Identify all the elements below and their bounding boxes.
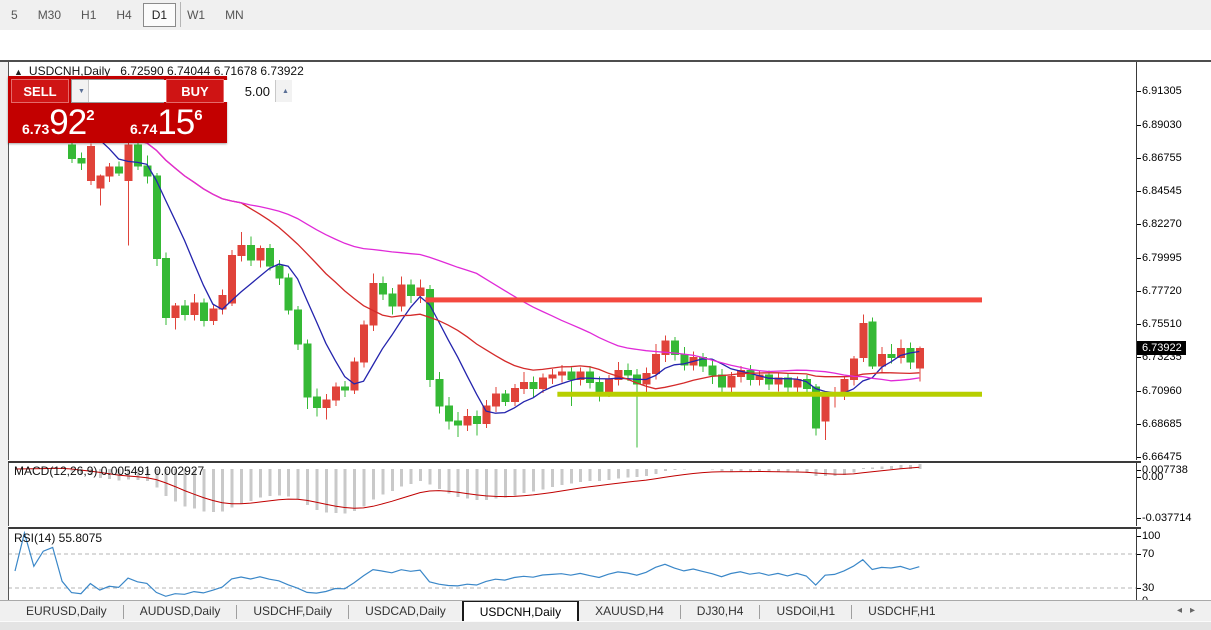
macd-label: MACD(12,26,9) 0.005491 0.002927 <box>14 464 205 478</box>
timeframe-button-mn[interactable]: MN <box>216 3 253 27</box>
current-price-tag: 6.73922 <box>1137 341 1186 356</box>
macd-axis-label: 0.00 <box>1136 471 1164 483</box>
one-click-trading-panel: SELL ▼ ▲ BUY 6.73922 6.74156 <box>8 76 292 143</box>
price-axis-label: 6.84545 <box>1137 184 1182 197</box>
rsi-indicator-chart[interactable] <box>8 528 1136 610</box>
tab-scroll-right-icon[interactable]: ▸ <box>1190 605 1203 616</box>
tab-eurusd-daily[interactable]: EURUSD,Daily <box>10 601 123 623</box>
mt4-terminal-window: 5 M30 H1 H4 D1 W1 MN ▲ USDCNH,Daily 6.72590 6.74… <box>0 0 1211 630</box>
timeframe-button-m30[interactable]: M30 <box>29 3 70 27</box>
chart-area: ▲ USDCNH,Daily 6.72590 6.74044 6.71678 6.7… <box>0 30 1211 630</box>
timeframe-button-h1[interactable]: H1 <box>72 3 105 27</box>
tab-usdcnh-daily[interactable]: USDCNH,Daily <box>461 601 580 623</box>
status-strip <box>0 621 1211 630</box>
price-axis-label: 6.77720 <box>1137 285 1182 298</box>
buy-price-prefix: 6.74 <box>130 121 158 137</box>
timeframe-toolbar: 5 M30 H1 H4 D1 W1 MN <box>0 0 1211 30</box>
sell-price-button[interactable]: 6.73922 <box>22 103 95 143</box>
sell-price-prefix: 6.73 <box>22 121 50 137</box>
tab-dj30-h4[interactable]: DJ30,H4 <box>681 601 760 623</box>
macd-panel-separator[interactable] <box>8 460 1141 463</box>
volume-increase-button[interactable]: ▲ <box>275 80 292 102</box>
timeframe-button-w1[interactable]: W1 <box>178 3 214 27</box>
trade-panel-controls: SELL ▼ ▲ BUY <box>8 76 292 106</box>
chart-left-margin <box>0 62 9 630</box>
price-axis-label: 6.86755 <box>1137 152 1182 165</box>
tab-audusd-daily[interactable]: AUDUSD,Daily <box>124 601 237 623</box>
tab-xauusd-h4[interactable]: XAUUSD,H4 <box>579 601 680 623</box>
sell-price-main: 92 <box>49 103 87 142</box>
timeframe-button-d1[interactable]: D1 <box>142 3 177 27</box>
rsi-axis-label: 100 <box>1136 530 1161 542</box>
volume-decrease-button[interactable]: ▼ <box>72 80 89 102</box>
chart-tabs: EURUSD,Daily AUDUSD,Daily USDCHF,Daily USDC… <box>10 601 952 623</box>
price-axis-label: 6.91305 <box>1137 85 1182 97</box>
tab-scroll-left-icon[interactable]: ◂ <box>1177 605 1190 616</box>
timeframe-button-h4[interactable]: H4 <box>107 3 140 27</box>
price-axis-label: 6.75510 <box>1137 317 1182 330</box>
tab-usdchf-daily[interactable]: USDCHF,Daily <box>237 601 348 623</box>
sell-price-sup: 2 <box>86 107 95 124</box>
price-axis-label: 6.68685 <box>1137 418 1182 431</box>
tab-usdcad-daily[interactable]: USDCAD,Daily <box>349 601 462 623</box>
tab-usdoil-h1[interactable]: USDOil,H1 <box>760 601 851 623</box>
sell-button[interactable]: SELL <box>11 79 69 103</box>
rsi-panel-separator[interactable] <box>8 526 1141 529</box>
rsi-label: RSI(14) 55.8075 <box>14 531 103 545</box>
chart-frame-top-border <box>0 60 1211 62</box>
buy-price-main: 15 <box>157 103 195 142</box>
buy-button[interactable]: BUY <box>166 79 224 103</box>
rsi-axis-label: 70 <box>1136 548 1155 560</box>
macd-axis-label: -0.037714 <box>1137 512 1192 524</box>
rsi-axis-label: 30 <box>1136 582 1155 594</box>
price-axis-label: 6.70960 <box>1137 384 1182 397</box>
toolbar-separator <box>180 2 181 27</box>
tab-scroll-arrows: ◂▸ <box>1177 605 1203 616</box>
price-axis-label: 6.79995 <box>1137 251 1182 264</box>
timeframe-button-5[interactable]: 5 <box>2 3 27 27</box>
price-axis-label: 6.66475 <box>1137 450 1182 463</box>
volume-spinner: ▼ ▲ <box>71 79 292 103</box>
price-axis-label: 6.82270 <box>1137 218 1182 231</box>
buy-price-button[interactable]: 6.74156 <box>130 103 203 143</box>
tab-usdchf-h1[interactable]: USDCHF,H1 <box>852 601 951 623</box>
timeframe-button-group: 5 M30 H1 H4 D1 W1 MN <box>2 3 255 27</box>
buy-price-sup: 6 <box>194 107 203 124</box>
price-axis-label: 6.89030 <box>1137 118 1182 131</box>
